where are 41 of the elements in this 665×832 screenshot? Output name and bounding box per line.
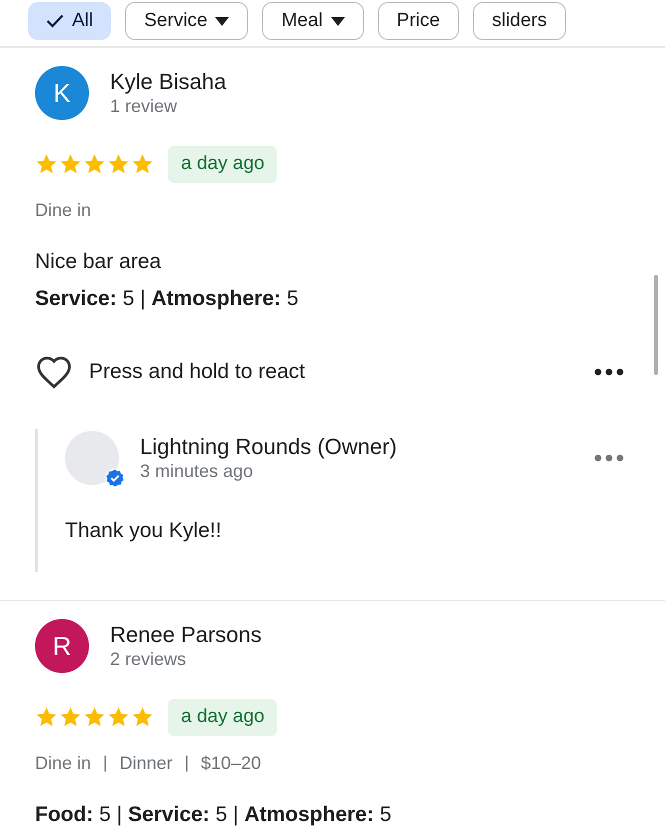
review-count: 2 reviews — [110, 648, 188, 671]
star-icon — [107, 153, 130, 176]
reply-text: Thank you Kyle!! — [65, 518, 222, 544]
visit-tag: Dine in — [35, 196, 92, 224]
reviewer-name: Kyle Bisaha — [110, 68, 226, 95]
reply-time: 3 minutes ago — [140, 460, 254, 482]
star-icon — [83, 706, 106, 728]
check-icon — [46, 14, 64, 28]
review-text: Food: 5 | Service: 5 | Atmosphere: 5 — [35, 802, 392, 828]
star-icon — [131, 706, 154, 728]
star-icon — [107, 706, 130, 728]
star-icon — [35, 153, 58, 176]
review-text: Nice bar area — [35, 248, 162, 274]
star-icon — [83, 153, 106, 176]
filter-chip[interactable]: Service — [125, 2, 248, 40]
filter-chip[interactable]: sliders — [472, 2, 566, 40]
avatar: K — [35, 66, 89, 120]
star-icon — [131, 153, 154, 176]
filter-chip[interactable]: Meal — [262, 2, 364, 40]
star-icon — [59, 153, 82, 176]
review-count: 1 review — [110, 95, 178, 118]
react-prompt[interactable]: Press and hold to react — [89, 356, 305, 388]
verified-icon — [105, 468, 125, 488]
filter-chip[interactable]: All — [28, 2, 112, 40]
separator: | — [102, 752, 108, 774]
time-badge: a day ago — [168, 146, 278, 182]
owner-name: Lightning Rounds (Owner) — [140, 432, 397, 460]
reviewer-name: Renee Parsons — [110, 621, 262, 648]
visit-tag: $10–20 — [200, 750, 261, 776]
filter-chip[interactable]: Price — [378, 2, 459, 40]
heart-icon[interactable] — [35, 354, 73, 388]
review-text: Service: 5 | Atmosphere: 5 — [35, 286, 300, 312]
star-icon — [35, 706, 58, 728]
separator: | — [183, 752, 190, 774]
more-icon[interactable] — [594, 368, 624, 376]
star-icon — [59, 706, 82, 728]
visit-tag: Dinner — [119, 750, 172, 776]
scrollbar[interactable] — [654, 275, 658, 375]
visit-tag: Dine in — [35, 750, 92, 776]
avatar: R — [35, 619, 89, 673]
time-badge: a day ago — [168, 699, 278, 736]
